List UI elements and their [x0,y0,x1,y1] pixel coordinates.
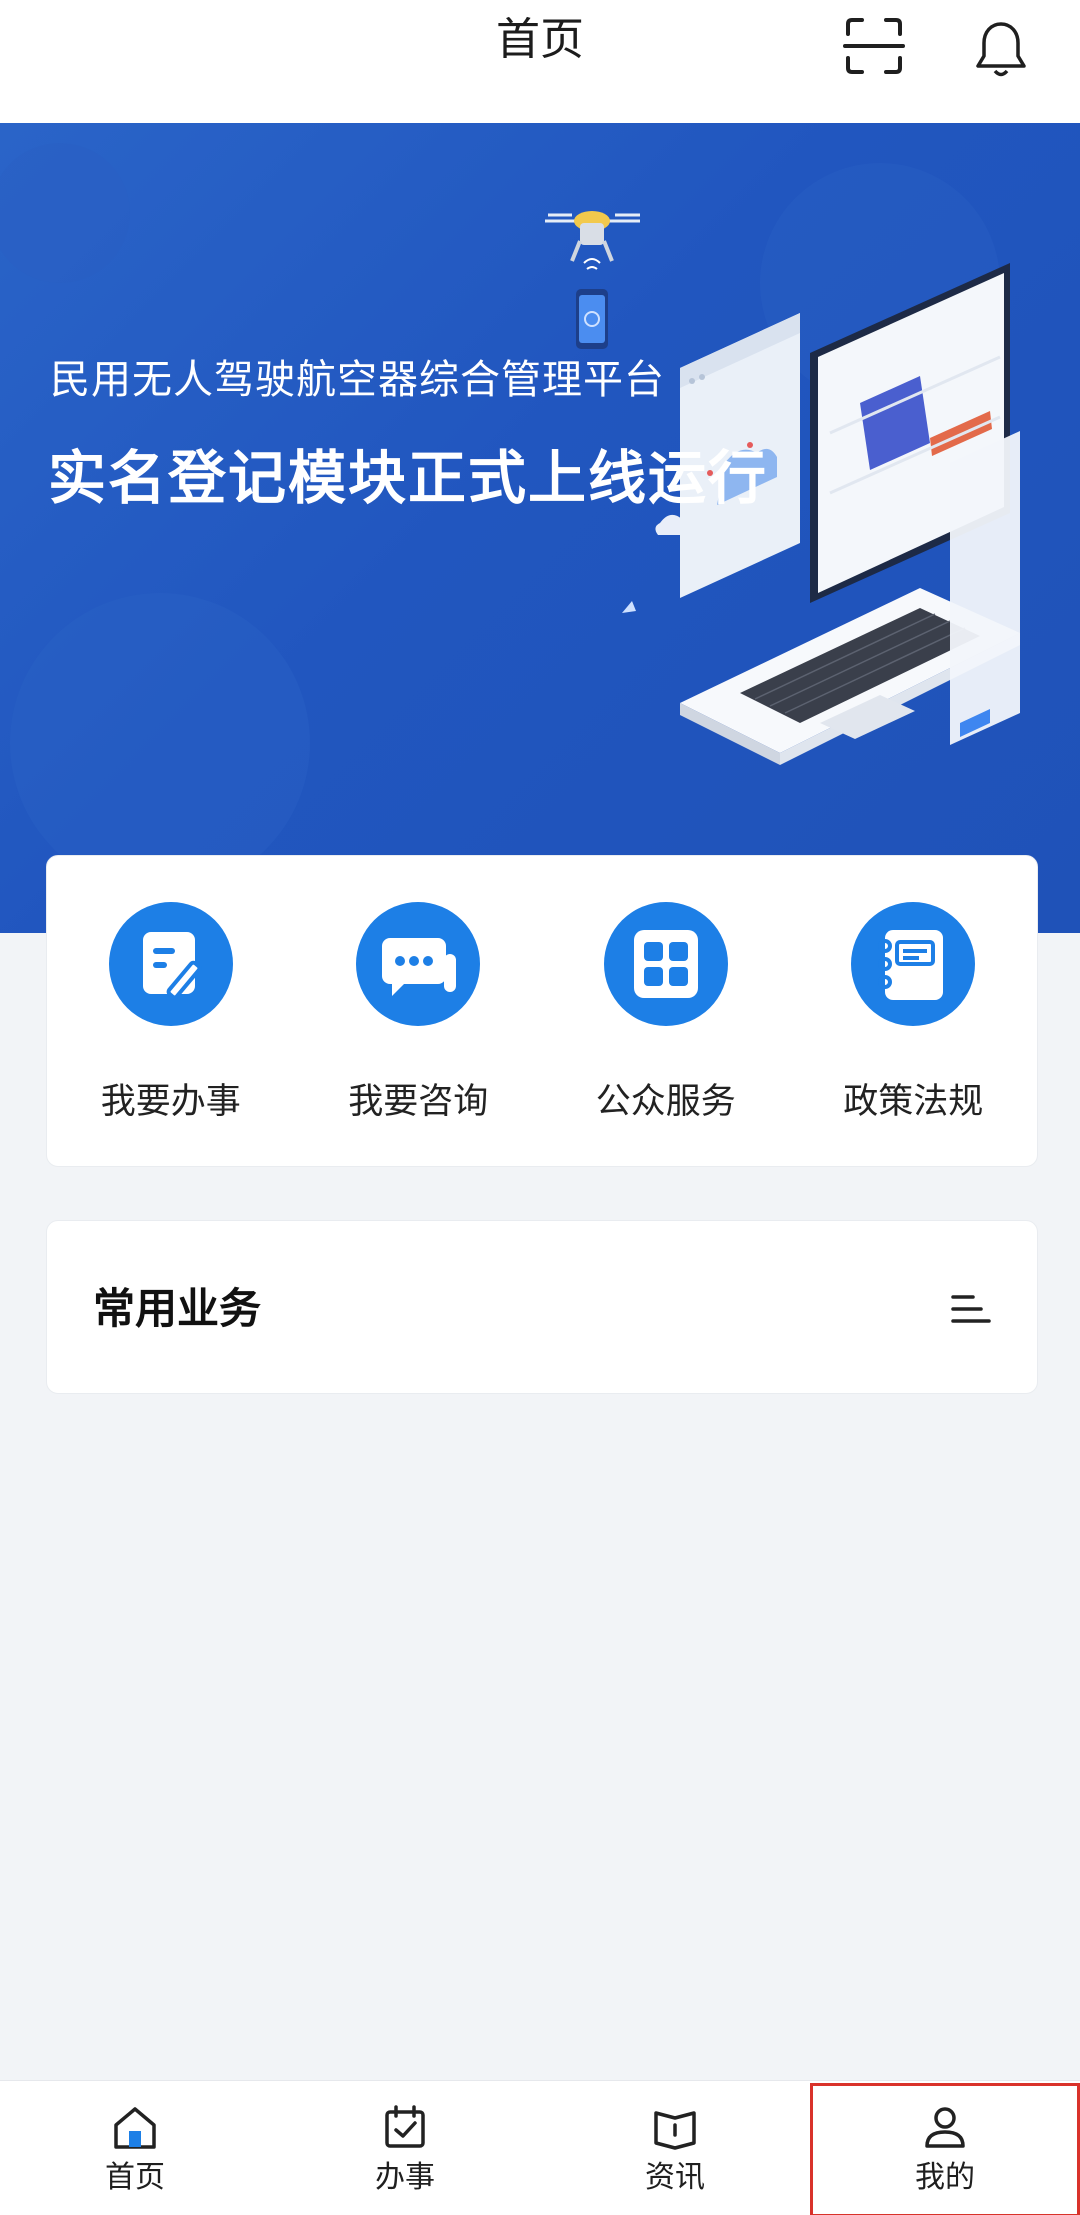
nav-item-affairs[interactable]: 办事 [270,2081,540,2215]
chat-bubble-icon [356,902,481,1026]
laptop-drone-illustration [0,143,1020,893]
quick-action-label: 政策法规 [843,1082,984,1122]
book-open-icon [650,2103,700,2153]
grid-apps-icon [603,902,728,1026]
nav-label: 办事 [375,2160,435,2195]
nav-item-news[interactable]: 资讯 [540,2081,810,2215]
quick-action-handle-affairs[interactable]: 我要办事 [47,856,295,1166]
scan-icon[interactable] [842,14,906,78]
bell-icon[interactable] [969,16,1033,80]
calendar-check-icon [380,2103,430,2153]
notebook-icon [851,902,976,1026]
quick-action-public-service[interactable]: 公众服务 [542,856,790,1166]
common-business-title: 常用业务 [93,1284,262,1333]
bottom-nav: 首页 办事 资讯 我的 [0,2080,1080,2215]
quick-action-label: 公众服务 [595,1082,736,1122]
list-menu-icon[interactable] [947,1285,995,1333]
user-icon [920,2103,970,2153]
form-edit-icon [108,902,233,1026]
quick-action-label: 我要办事 [100,1082,241,1122]
common-business-card[interactable]: 常用业务 [46,1220,1038,1394]
quick-actions-card: 我要办事 我要咨询 公众服务 政策法规 [46,855,1038,1167]
nav-item-home[interactable]: 首页 [0,2081,270,2215]
quick-action-consult[interactable]: 我要咨询 [295,856,543,1166]
nav-label: 我的 [915,2160,975,2195]
quick-action-label: 我要咨询 [348,1082,489,1122]
home-icon [110,2103,160,2153]
nav-label: 首页 [105,2160,165,2195]
nav-label: 资讯 [645,2160,705,2195]
promo-banner[interactable]: 民用无人驾驶航空器综合管理平台 实名登记模块正式上线运行 [0,123,1080,933]
quick-action-policy[interactable]: 政策法规 [790,856,1038,1166]
banner-headline: 实名登记模块正式上线运行 [48,444,769,512]
top-app-bar: 首页 [0,0,1080,123]
page-title: 首页 [496,14,584,65]
nav-item-mine[interactable]: 我的 [810,2081,1080,2215]
banner-subtitle: 民用无人驾驶航空器综合管理平台 [50,357,665,403]
